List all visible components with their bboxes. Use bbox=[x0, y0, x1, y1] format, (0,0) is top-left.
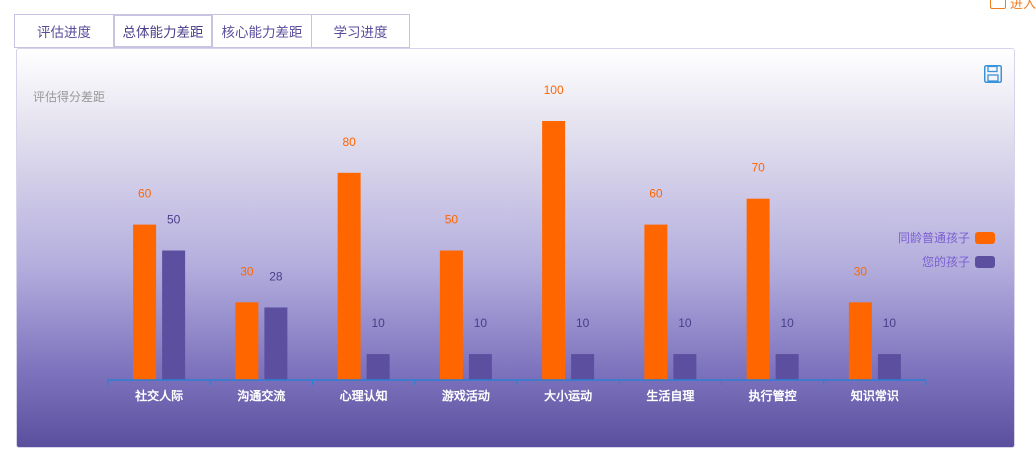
bar-peer-2[interactable] bbox=[337, 172, 361, 380]
data-label-peer-0: 60 bbox=[138, 187, 152, 201]
data-label-child-2: 10 bbox=[371, 316, 385, 330]
bar-peer-1[interactable] bbox=[235, 302, 259, 380]
x-tick-label: 心理认知 bbox=[340, 388, 388, 403]
legend-label-child[interactable]: 您的孩子 bbox=[922, 254, 970, 269]
data-label-peer-4: 100 bbox=[544, 83, 564, 97]
x-tick-label: 沟通交流 bbox=[237, 388, 285, 403]
bar-chart: 评估得分差距 60 30 80 50 100 60 70 30 50 28 10 10 10 10 10 10 社… bbox=[33, 65, 1002, 403]
bar-child-5[interactable] bbox=[673, 354, 697, 380]
x-tick-label: 知识常识 bbox=[850, 388, 899, 403]
data-label-child-5: 10 bbox=[678, 316, 692, 330]
chart-panel: 评估得分差距 60 30 80 50 100 60 70 30 50 28 10 10 10 10 10 10 社… bbox=[16, 48, 1015, 448]
data-label-peer-2: 80 bbox=[342, 135, 356, 149]
bar-child-1[interactable] bbox=[264, 307, 288, 380]
tab-overall-ability-gap[interactable]: 总体能力差距 bbox=[113, 14, 212, 48]
x-tick-label: 大小运动 bbox=[544, 388, 592, 403]
data-label-peer-1: 30 bbox=[240, 264, 254, 278]
bar-child-4[interactable] bbox=[571, 354, 595, 380]
data-label-child-6: 10 bbox=[780, 316, 794, 330]
x-tick-label: 社交人际 bbox=[134, 388, 183, 403]
x-tick-label: 生活自理 bbox=[646, 388, 694, 403]
bar-peer-3[interactable] bbox=[439, 250, 463, 381]
tab-core-ability-gap[interactable]: 核心能力差距 bbox=[212, 14, 311, 48]
bar-peer-0[interactable] bbox=[133, 224, 157, 380]
legend-swatch-peer[interactable] bbox=[975, 232, 995, 244]
bar-peer-6[interactable] bbox=[746, 198, 770, 380]
data-label-child-4: 10 bbox=[576, 316, 590, 330]
bar-peer-5[interactable] bbox=[644, 224, 668, 380]
tab-learning-progress[interactable]: 学习进度 bbox=[311, 14, 410, 48]
data-label-peer-5: 60 bbox=[649, 187, 663, 201]
tab-assessment-progress[interactable]: 评估进度 bbox=[14, 14, 113, 48]
data-label-peer-7: 30 bbox=[854, 264, 868, 278]
bar-child-0[interactable] bbox=[162, 250, 186, 381]
tab-bar: 评估进度 总体能力差距 核心能力差距 学习进度 bbox=[14, 14, 410, 48]
bar-child-7[interactable] bbox=[877, 354, 901, 380]
data-label-child-0: 50 bbox=[167, 213, 181, 227]
bar-peer-4[interactable] bbox=[542, 121, 566, 380]
data-label-peer-3: 50 bbox=[445, 213, 459, 227]
enter-link-label: 进入 bbox=[1009, 0, 1036, 12]
bar-child-6[interactable] bbox=[775, 354, 799, 380]
chart-title: 评估得分差距 bbox=[33, 89, 105, 104]
legend-swatch-child[interactable] bbox=[975, 256, 995, 268]
calendar-icon bbox=[989, 0, 1006, 9]
data-label-child-1: 28 bbox=[269, 269, 283, 283]
save-icon[interactable] bbox=[984, 65, 1002, 83]
data-label-child-3: 10 bbox=[474, 316, 488, 330]
bar-child-2[interactable] bbox=[366, 354, 390, 380]
bar-child-3[interactable] bbox=[468, 354, 492, 380]
x-tick-label: 执行管控 bbox=[749, 388, 797, 403]
bar-peer-7[interactable] bbox=[848, 302, 872, 380]
enter-link[interactable]: 进入 bbox=[989, 0, 1036, 12]
data-label-peer-6: 70 bbox=[751, 161, 765, 175]
x-tick-label: 游戏活动 bbox=[442, 388, 490, 403]
legend-label-peer[interactable]: 同龄普通孩子 bbox=[898, 231, 970, 245]
data-label-child-7: 10 bbox=[883, 316, 897, 330]
